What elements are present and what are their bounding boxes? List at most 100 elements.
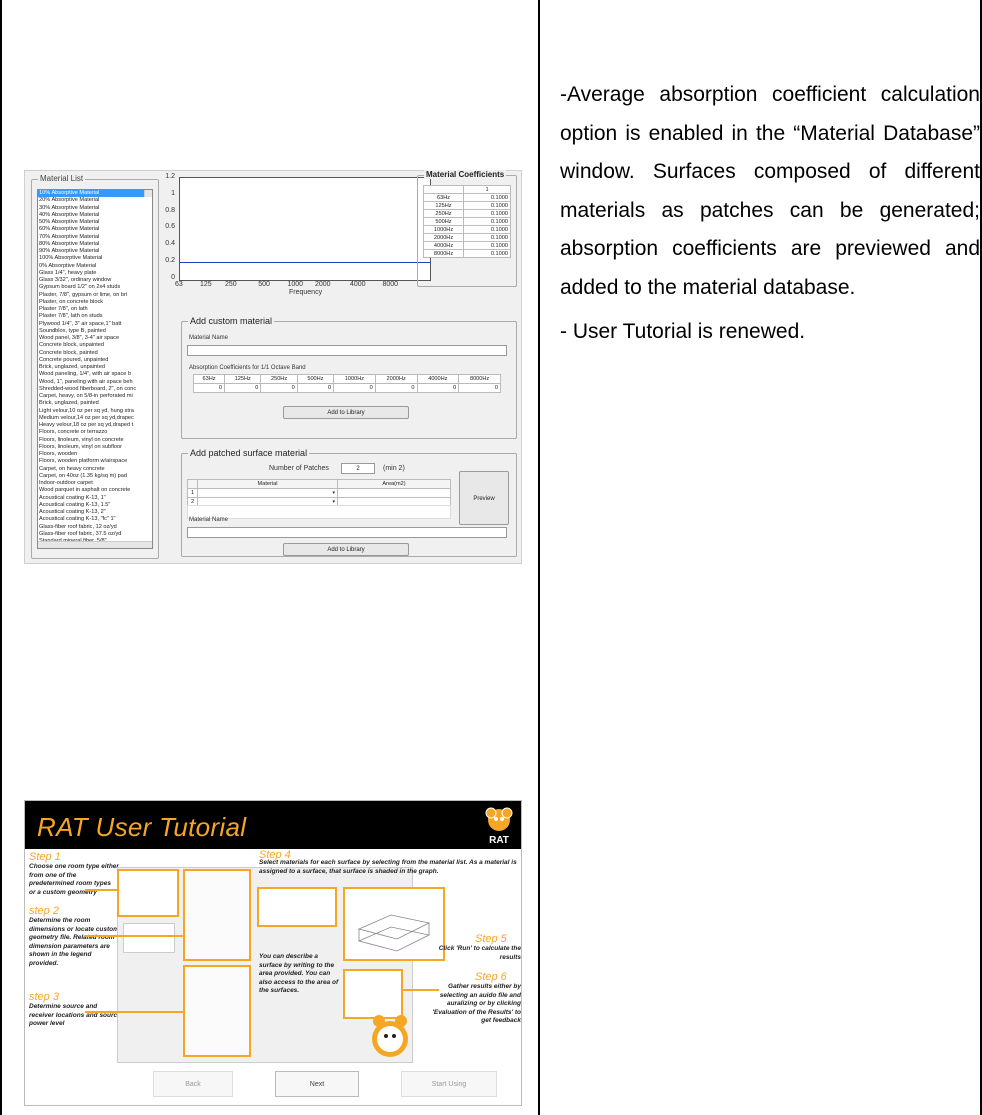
material-list-item[interactable]: Heavy velour,18 oz per sq yd,draped t — [38, 422, 152, 429]
chart-x-tick: 8000 — [382, 281, 399, 288]
octave-band-value[interactable]: 0 — [374, 383, 418, 393]
octave-band-value[interactable]: 0 — [296, 383, 335, 393]
material-list-item[interactable]: 50% Absorptive Material — [38, 219, 152, 226]
material-list-item[interactable]: Concrete poured, unpainted — [38, 357, 152, 364]
coefficients-title: Material Coefficients — [424, 170, 507, 179]
material-list[interactable]: 10% Absorptive Material 20% Absorptive Ma… — [37, 189, 153, 549]
list-vertical-scrollbar[interactable] — [144, 190, 152, 198]
logo-text: RAT — [489, 835, 509, 845]
material-list-item[interactable]: Wood panel, 3/8", 3-4" air space — [38, 335, 152, 342]
coef-value: 0.1000 — [463, 193, 511, 202]
material-name-input[interactable] — [187, 345, 507, 356]
octave-band-table[interactable]: 63Hz 125Hz 250Hz 500Hz 1000Hz 2000Hz 4000Hz 800… — [192, 374, 501, 393]
material-list-item[interactable]: Floors, linoleum, vinyl on concrete — [38, 437, 152, 444]
octave-band-value[interactable]: 0 — [192, 383, 226, 393]
material-list-item[interactable]: 90% Absorptive Material — [38, 248, 152, 255]
material-list-item[interactable]: Wood, 1", paneling with air space beh — [38, 379, 152, 386]
patch-row-number: 1 — [187, 488, 198, 498]
patches-min-label: (min 2) — [383, 465, 405, 472]
material-list-item[interactable]: Floors, wooden — [38, 451, 152, 458]
next-button[interactable]: Next — [275, 1071, 359, 1097]
octave-band-value[interactable]: 0 — [224, 383, 262, 393]
material-list-item[interactable]: Acoustical coating K-13, 1.5" — [38, 502, 152, 509]
material-database-window: Material List 10% Absorptive Material 20%… — [24, 170, 522, 564]
material-list-item[interactable]: 70% Absorptive Material — [38, 234, 152, 241]
step2-text: Determine the room dimensions or locate … — [29, 917, 119, 967]
list-horizontal-scrollbar[interactable] — [38, 540, 152, 548]
material-list-item[interactable]: Glass-fiber roof fabric, 37.5 oz/yd — [38, 531, 152, 538]
octave-band-header: 63Hz — [192, 374, 226, 384]
start-using-button[interactable]: Start Using — [401, 1071, 497, 1097]
material-list-item[interactable]: Plywood 1/4", 3" air space,1" batt — [38, 321, 152, 328]
add-to-library-button[interactable]: Add to Library — [283, 406, 409, 419]
material-list-item[interactable]: Plaster 7/8", lath on studs — [38, 313, 152, 320]
material-list-item[interactable]: 60% Absorptive Material — [38, 226, 152, 233]
material-list-item[interactable]: 30% Absorptive Material — [38, 205, 152, 212]
material-list-item[interactable]: Plaster, 7/8", gypsum or lime, on bri — [38, 292, 152, 299]
octave-band-header: 1000Hz — [333, 374, 376, 384]
material-list-item[interactable]: Carpet, heavy, on 5/8-in perforated mi — [38, 393, 152, 400]
callout-line — [403, 989, 439, 991]
material-list-item[interactable]: Glass 1/4", heavy plate — [38, 270, 152, 277]
patch-area-cell[interactable] — [337, 488, 451, 498]
material-list-item[interactable]: Carpet, on heavy concrete — [38, 466, 152, 473]
chart-x-tick: 4000 — [350, 281, 366, 288]
middle-note: You can describe a surface by writing to… — [259, 953, 339, 994]
material-list-item[interactable]: Concrete block, unpainted — [38, 342, 152, 349]
material-list-item[interactable]: Brick, unglazed, painted — [38, 400, 152, 407]
absorption-label: Absorption Coefficients for 1/1 Octave B… — [189, 365, 306, 371]
absorption-plot — [180, 262, 430, 263]
coef-column-header: 1 — [463, 185, 511, 194]
coef-frequency: 125Hz — [423, 201, 464, 210]
material-list-item[interactable]: Soundblox, type B, painted — [38, 328, 152, 335]
octave-band-value[interactable]: 0 — [458, 383, 501, 393]
material-list-item[interactable]: Floors, linoleum, vinyl on subfloor — [38, 444, 152, 451]
material-list-item[interactable]: Floors, concrete or terrazzo — [38, 429, 152, 436]
material-list-item[interactable]: Glass 3/32", ordinary window — [38, 277, 152, 284]
step6-title: Step 6 — [475, 971, 507, 983]
material-list-item[interactable]: Concrete block, painted — [38, 350, 152, 357]
material-list-item[interactable]: Acoustical coating K-13, 2" — [38, 509, 152, 516]
material-list-item[interactable]: 0% Absorptive Material — [38, 263, 152, 270]
material-list-item[interactable]: Plaster 7/8", on lath — [38, 306, 152, 313]
octave-band-value[interactable]: 0 — [333, 383, 376, 393]
material-list-item[interactable]: Acoustical coating K-13, 1" — [38, 495, 152, 502]
coef-frequency: 2000Hz — [423, 233, 464, 242]
back-button[interactable]: Back — [153, 1071, 233, 1097]
step5-text: Click 'Run' to calculate the results — [438, 945, 521, 961]
patch-table[interactable]: Material Area(m2) 1 ▾ 2 ▾ — [187, 479, 451, 507]
material-list-item[interactable]: 80% Absorptive Material — [38, 241, 152, 248]
material-list-item[interactable]: Light velour,10 oz per sq yd, hung stra — [38, 408, 152, 415]
material-list-item[interactable]: 100% Absorptive Material — [38, 255, 152, 262]
material-list-item[interactable]: Gypsum board 1/2" on 2x4 studs — [38, 284, 152, 291]
material-list-item[interactable]: Glass-fiber roof fabric, 12 oz/yd — [38, 524, 152, 531]
material-list-item[interactable]: Indoor-outdoor carpet — [38, 480, 152, 487]
material-list-item[interactable]: Shredded-wood fiberboard, 2", on conc — [38, 386, 152, 393]
chevron-down-icon[interactable]: ▾ — [197, 488, 338, 498]
material-list-item[interactable]: Wood parquet in asphalt on concrete — [38, 487, 152, 494]
coef-value: 0.1000 — [463, 217, 511, 226]
material-list-item[interactable]: Brick, unglazed, unpainted — [38, 364, 152, 371]
tutorial-title: RAT User Tutorial — [37, 812, 247, 842]
material-list-item[interactable]: 40% Absorptive Material — [38, 212, 152, 219]
octave-band-value[interactable]: 0 — [260, 383, 298, 393]
octave-band-value[interactable]: 0 — [416, 383, 460, 393]
preview-button[interactable]: Preview — [459, 471, 509, 525]
coef-frequency: 250Hz — [423, 209, 464, 218]
patched-material-name-input[interactable] — [187, 527, 507, 538]
material-list-item[interactable]: Carpet, on 40oz (1.35 kg/sq m) pad — [38, 473, 152, 480]
material-list-item[interactable]: Medium velour,14 oz per sq yd,drapec — [38, 415, 152, 422]
octave-band-header: 4000Hz — [416, 374, 460, 384]
rat-mascot-icon — [372, 1015, 408, 1057]
coef-value: 0.1000 — [463, 241, 511, 250]
step3-text: Determine source and receiver locations … — [29, 1003, 121, 1027]
material-list-item[interactable]: Wood paneling, 1/4", with air space b — [38, 371, 152, 378]
material-list-item[interactable]: Floors, wooden platform w/airspace — [38, 458, 152, 465]
material-list-item[interactable]: 10% Absorptive Material — [38, 190, 152, 198]
material-list-item[interactable]: Plaster, on concrete block — [38, 299, 152, 306]
material-list-item[interactable]: 20% Absorptive Material — [38, 197, 152, 204]
add-to-library-button-2[interactable]: Add to Library — [283, 543, 409, 556]
material-list-item[interactable]: Acoustical coating K-13, "fc" 1" — [38, 516, 152, 523]
step4-text: Select materials for each surface by sel… — [259, 859, 517, 875]
patches-input[interactable]: 2 — [341, 463, 375, 474]
